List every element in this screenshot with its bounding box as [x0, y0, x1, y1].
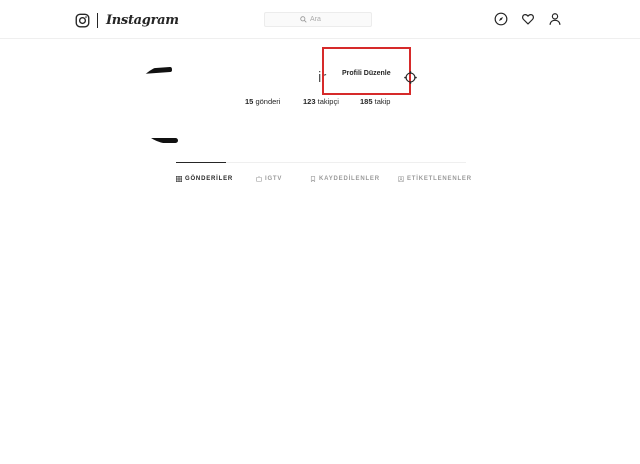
tab-saved-label: KAYDEDİLENLER: [319, 176, 380, 182]
stat-followers[interactable]: 123 takipçi: [303, 97, 339, 106]
active-tab-indicator: [176, 162, 226, 163]
stat-followers-label: takipçi: [317, 97, 339, 106]
search-box[interactable]: [264, 12, 372, 27]
compass-icon[interactable]: [494, 12, 508, 26]
tab-tagged-label: ETİKETLENENLER: [407, 176, 472, 182]
grid-icon: [176, 176, 182, 182]
stat-posts[interactable]: 15 gönderi: [245, 97, 280, 106]
edit-profile-highlight: Profili Düzenle: [322, 47, 411, 95]
stat-following-label: takip: [374, 97, 391, 106]
tag-icon: [398, 176, 404, 182]
heart-icon[interactable]: [521, 12, 535, 26]
tab-tagged[interactable]: ETİKETLENENLER: [398, 174, 472, 184]
stat-followers-count: 123: [303, 97, 316, 106]
search-icon: [300, 16, 307, 23]
search-input[interactable]: [310, 16, 336, 23]
tv-icon: [256, 176, 262, 182]
edit-profile-button[interactable]: Profili Düzenle: [342, 70, 391, 77]
instagram-glyph-icon: [75, 13, 90, 27]
bookmark-icon: [310, 176, 316, 182]
top-nav-bar: Instagram: [0, 0, 640, 39]
tab-posts-label: GÖNDERİLER: [185, 176, 234, 182]
tab-saved[interactable]: KAYDEDİLENLER: [310, 174, 380, 184]
stat-posts-label: gönderi: [255, 97, 281, 106]
tab-igtv-label: IGTV: [265, 176, 283, 182]
brand-logo[interactable]: Instagram: [75, 11, 179, 29]
tab-igtv[interactable]: IGTV: [256, 174, 282, 184]
avatar-fragment-top: [139, 66, 173, 75]
gear-icon[interactable]: [404, 71, 417, 84]
user-icon[interactable]: [548, 12, 562, 26]
stat-following-count: 185: [360, 97, 373, 106]
avatar-fragment-bottom: [138, 138, 178, 143]
tab-posts[interactable]: GÖNDERİLER: [176, 174, 233, 184]
stat-posts-count: 15: [245, 97, 254, 106]
stat-following[interactable]: 185 takip: [360, 97, 390, 106]
brand-wordmark: Instagram: [106, 12, 179, 28]
profile-avatar[interactable]: [132, 64, 212, 144]
brand-divider: [97, 12, 98, 28]
